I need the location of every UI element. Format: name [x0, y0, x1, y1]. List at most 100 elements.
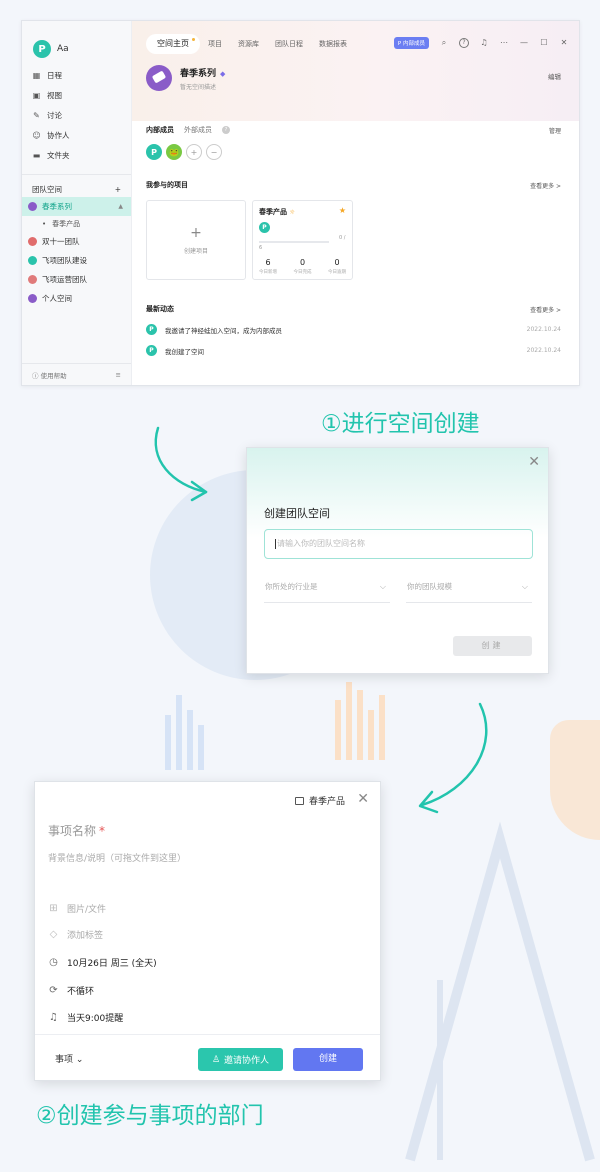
member-badge[interactable]: P 内部成员 [393, 37, 429, 49]
team-space-section: 团队空间 + [22, 181, 131, 197]
attachment-row[interactable]: ⊞ 图片/文件 [48, 902, 106, 915]
window-toolbar: P 内部成员 ⌕ ? ♫ ⋯ — ☐ ✕ [393, 37, 569, 49]
create-space-button[interactable]: 创建 [453, 636, 532, 656]
space-item-team-building[interactable]: 飞项团队建设 [22, 251, 131, 270]
avatar[interactable]: P [146, 144, 162, 160]
create-task-button[interactable]: 创建 [293, 1048, 363, 1071]
members-section: 内部成员 外部成员 ? 管理 P 🐸 + − [132, 123, 579, 160]
space-item-personal[interactable]: 个人空间 [22, 289, 131, 308]
sidebar-item-discussion[interactable]: ✎ 讨论 [22, 105, 131, 125]
view-icon: ▣ [32, 90, 41, 100]
space-head: 春季系列 ◆ 暂无空间描述 [132, 55, 579, 91]
help-icon[interactable]: ? [459, 38, 469, 48]
workspace-header[interactable]: P Aa [22, 21, 131, 65]
tab-team-schedule[interactable]: 团队日程 [267, 34, 311, 54]
help-link[interactable]: ⓘ 使用帮助 [32, 370, 67, 380]
bell-icon[interactable]: ♫ [479, 38, 489, 48]
remove-member-button[interactable]: − [206, 144, 222, 160]
sidebar-item-collaborators[interactable]: ☺ 协作人 [22, 125, 131, 145]
activity-see-more[interactable]: 查看更多 > [530, 305, 561, 314]
more-icon[interactable]: ⋯ [499, 38, 509, 48]
sidebar-item-schedule[interactable]: ▦ 日程 [22, 65, 131, 85]
space-item-spring[interactable]: 春季系列 ▲ [22, 197, 131, 216]
activity-title: 最新动态 [146, 305, 174, 313]
chevron-down-icon: ⌵ [521, 582, 528, 591]
star-icon[interactable]: ★ [339, 206, 346, 215]
question-icon[interactable]: ? [222, 126, 230, 134]
activity-item[interactable]: P 我邀请了神经蛙加入空间，成为内部成员 2022.10.24 [132, 319, 579, 340]
tab-projects[interactable]: 项目 [200, 34, 230, 54]
sidebar-item-label: 协作人 [47, 130, 70, 140]
space-name-input[interactable]: 请输入你的团队空间名称 [264, 529, 533, 559]
arrow-icon [154, 426, 208, 502]
activity-logo-icon: P [146, 324, 157, 335]
maximize-icon[interactable]: ☐ [539, 38, 549, 48]
team-size-select[interactable]: 你的团队规模 ⌵ [406, 581, 532, 603]
minimize-icon[interactable]: — [519, 38, 529, 48]
activity-item[interactable]: P 我创建了空间 2022.10.24 [132, 340, 579, 361]
reminder-row[interactable]: ♫ 当天9:00提醒 [48, 1011, 123, 1024]
image-add-icon: ⊞ [49, 903, 58, 914]
edit-button[interactable]: 编辑 [548, 71, 561, 81]
space-item-operations[interactable]: 飞项运营团队 [22, 270, 131, 289]
task-description-field[interactable]: 背景信息/说明（可拖文件到这里） [48, 851, 186, 864]
chevron-up-icon[interactable]: ▲ [118, 203, 123, 210]
tab-resources[interactable]: 资源库 [230, 34, 267, 54]
arrow-icon [418, 702, 488, 814]
caption-step2: ②创建参与事项的部门 [36, 1103, 264, 1129]
tab-space-home[interactable]: 空间主页 [146, 34, 200, 54]
stat-label: 今日逾期 [328, 270, 346, 275]
chevron-down-icon: ⌵ [379, 582, 386, 591]
manage-link[interactable]: 管理 [549, 126, 561, 135]
new-project-card[interactable]: + 创建项目 [146, 200, 246, 280]
tab-internal-members[interactable]: 内部成员 [146, 125, 174, 135]
project-card[interactable]: 春季产品 ☼ ★ P 0 / 6 6 今日新增 0 今日完成 0 今日逾期 [252, 200, 353, 280]
repeat-row[interactable]: ⟳ 不循环 [48, 984, 94, 997]
sub-item-spring-product[interactable]: • 春季产品 [22, 216, 131, 232]
space-icon [28, 275, 37, 284]
task-type-select[interactable]: 事项 ⌄ [55, 1052, 83, 1065]
dialog-footer: 事项 ⌄ ♙ 邀请协作人 创建 [35, 1034, 380, 1080]
close-icon[interactable]: ✕ [528, 455, 540, 469]
tab-reports[interactable]: 数据报表 [311, 34, 355, 54]
create-space-dialog: ✕ 创建团队空间 请输入你的团队空间名称 你所处的行业是 ⌵ 你的团队规模 ⌵ … [246, 447, 549, 674]
sidebar: P Aa ▦ 日程 ▣ 视图 ✎ 讨论 ☺ 协作人 ▬ 文件夹 团队空间 + 春… [22, 21, 132, 385]
space-label: 个人空间 [42, 294, 72, 303]
space-icon [28, 256, 37, 265]
industry-select[interactable]: 你所处的行业是 ⌵ [264, 581, 390, 603]
projects-see-more[interactable]: 查看更多 > [530, 181, 561, 190]
avatar-frog[interactable]: 🐸 [166, 144, 182, 160]
close-icon[interactable]: ✕ [357, 792, 369, 806]
tag-row[interactable]: ◇ 添加标签 [48, 928, 103, 941]
sidebar-footer: ⓘ 使用帮助 ≡ [22, 363, 131, 385]
space-icon [28, 202, 37, 211]
close-icon[interactable]: ✕ [559, 38, 569, 48]
menu-icon[interactable]: ≡ [116, 371, 121, 379]
activity-logo-icon: P [146, 345, 157, 356]
invite-collaborator-button[interactable]: ♙ 邀请协作人 [198, 1048, 283, 1071]
space-avatar [146, 65, 172, 91]
projects-title: 我参与的项目 [146, 181, 188, 189]
project-progress [259, 241, 329, 243]
tab-external-members[interactable]: 外部成员 [184, 125, 212, 135]
space-item-double11[interactable]: 双十一团队 [22, 232, 131, 251]
space-header-area: 空间主页 项目 资源库 团队日程 数据报表 P 内部成员 ⌕ ? ♫ ⋯ — ☐… [132, 21, 579, 121]
task-name-field[interactable]: 事项名称 * [48, 822, 105, 839]
search-icon[interactable]: ⌕ [439, 38, 449, 48]
add-space-button[interactable]: + [115, 185, 121, 194]
sidebar-item-label: 视图 [47, 90, 62, 100]
text-caret [275, 538, 276, 549]
repeat-icon: ⟳ [49, 985, 58, 996]
sidebar-item-view[interactable]: ▣ 视图 [22, 85, 131, 105]
stat-label: 今日新增 [259, 270, 277, 275]
date-row[interactable]: ◷ 10月26日 周三 (全天) [48, 956, 157, 969]
stat-value: 0 [334, 258, 340, 267]
add-member-button[interactable]: + [186, 144, 202, 160]
space-icon [28, 294, 37, 303]
project-selector[interactable]: 春季产品 [294, 794, 345, 807]
sub-item-label: 春季产品 [52, 220, 81, 228]
folder-icon: ▬ [32, 150, 41, 160]
sidebar-item-folder[interactable]: ▬ 文件夹 [22, 145, 131, 165]
diamond-icon: ◆ [220, 69, 226, 78]
background-wave [550, 720, 600, 840]
